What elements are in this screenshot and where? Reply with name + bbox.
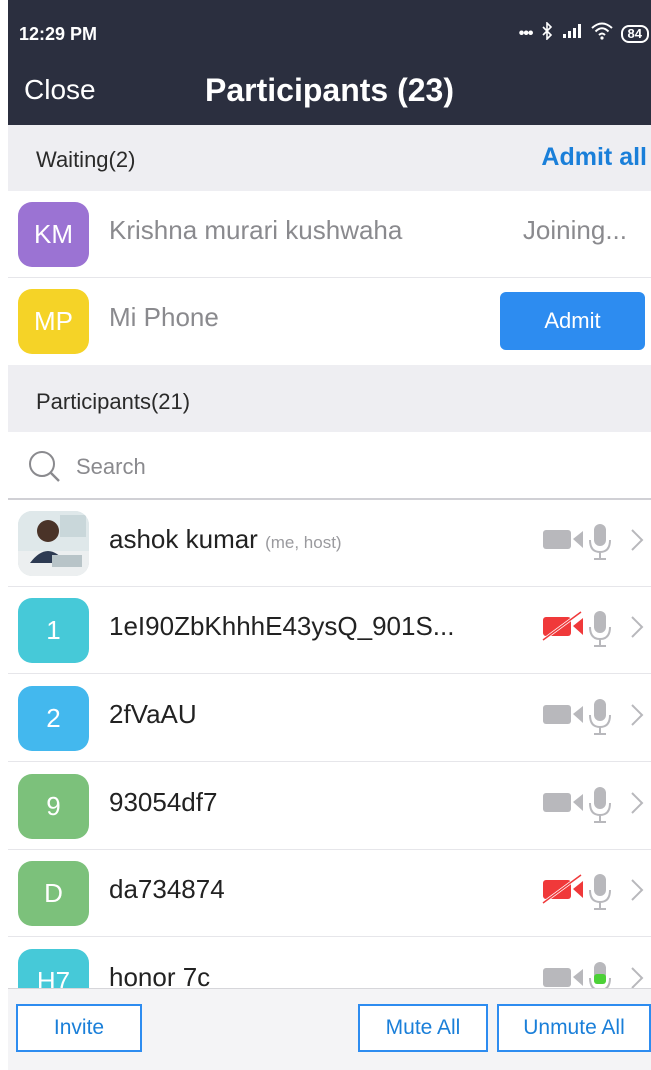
participant-row[interactable]: 9 93054df7 — [8, 763, 651, 850]
video-icon[interactable] — [541, 524, 585, 554]
participant-row[interactable]: ashok kumar (me, host) — [8, 500, 651, 587]
participant-name: Mi Phone — [109, 302, 219, 332]
avatar — [18, 511, 89, 576]
participant-name: 2fVaAU — [109, 699, 197, 729]
avatar: 9 — [18, 774, 89, 839]
chevron-right-icon — [631, 792, 644, 814]
participant-tag: (me, host) — [265, 533, 342, 552]
participant-name-wrap: ashok kumar (me, host) — [109, 524, 342, 555]
status-icons: ••• 84 — [518, 21, 649, 45]
video-off-icon[interactable] — [541, 874, 585, 904]
participants-screen: 12:29 PM ••• 84 Participants (23) Close … — [8, 0, 651, 1070]
waiting-row[interactable]: KM Krishna murari kushwaha Joining... — [8, 191, 651, 278]
mic-icon[interactable] — [587, 697, 613, 737]
page-title: Participants (23) — [205, 72, 454, 108]
participants-header-label: Participants(21) — [36, 389, 191, 414]
waiting-header-label: Waiting(2) — [36, 147, 136, 172]
bluetooth-icon — [541, 21, 553, 45]
nav-bar: Participants (23) Close — [8, 60, 651, 125]
video-icon[interactable] — [541, 787, 585, 817]
participant-row[interactable]: D da734874 — [8, 850, 651, 937]
more-dots-icon: ••• — [518, 24, 534, 42]
search-icon — [29, 451, 60, 482]
mute-all-button[interactable]: Mute All — [358, 1004, 488, 1052]
chevron-right-icon — [631, 704, 644, 726]
invite-button[interactable]: Invite — [16, 1004, 142, 1052]
unmute-all-button[interactable]: Unmute All — [497, 1004, 651, 1052]
participant-name: ashok kumar — [109, 524, 258, 554]
status-bar: 12:29 PM ••• 84 — [8, 10, 651, 50]
close-button[interactable]: Close — [24, 74, 96, 106]
search-bar — [8, 432, 651, 500]
video-off-icon[interactable] — [541, 611, 585, 641]
waiting-row[interactable]: MP Mi Phone Admit — [8, 278, 651, 364]
mic-icon[interactable] — [587, 785, 613, 825]
video-icon[interactable] — [541, 699, 585, 729]
status-time: 12:29 PM — [19, 24, 98, 44]
participant-row[interactable]: 1 1eI90ZbKhhhE43ysQ_901S... — [8, 587, 651, 674]
search-input[interactable] — [74, 448, 618, 486]
waiting-section-header: Waiting(2) Admit all — [8, 125, 651, 191]
top-bar: 12:29 PM ••• 84 Participants (23) Close — [8, 0, 651, 125]
signal-icon — [561, 23, 583, 44]
avatar: D — [18, 861, 89, 926]
chevron-right-icon — [631, 616, 644, 638]
avatar: MP — [18, 289, 89, 354]
joining-status: Joining... — [522, 215, 627, 245]
bottom-toolbar: Invite Mute All Unmute All — [8, 988, 651, 1070]
avatar: KM — [18, 202, 89, 267]
mic-icon[interactable] — [587, 872, 613, 912]
participants-section-header: Participants(21) — [8, 365, 651, 432]
wifi-icon — [590, 22, 613, 45]
admit-all-button[interactable]: Admit all — [541, 143, 647, 172]
battery-icon: 84 — [620, 24, 649, 43]
participant-name: Krishna murari kushwaha — [109, 215, 403, 245]
avatar: 1 — [18, 598, 89, 663]
participant-row[interactable]: 2 2fVaAU — [8, 675, 651, 762]
mic-icon[interactable] — [587, 609, 613, 649]
participant-name: 1eI90ZbKhhhE43ysQ_901S... — [109, 611, 455, 641]
chevron-right-icon — [631, 879, 644, 901]
chevron-right-icon — [631, 529, 644, 551]
participant-name: da734874 — [109, 874, 225, 904]
participant-name: 93054df7 — [109, 787, 218, 817]
avatar: 2 — [18, 686, 89, 751]
admit-button[interactable]: Admit — [500, 292, 645, 350]
mic-icon[interactable] — [587, 522, 613, 562]
